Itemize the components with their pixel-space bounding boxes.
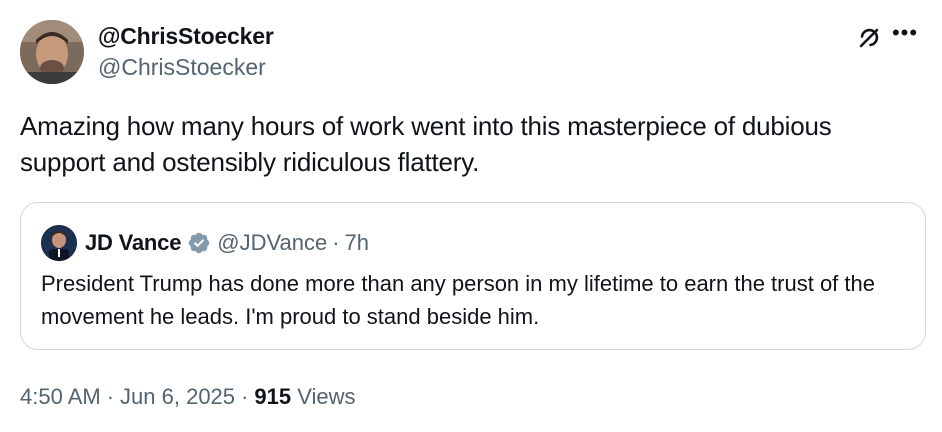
views-label: Views — [297, 384, 356, 409]
tweet-date[interactable]: Jun 6, 2025 — [120, 384, 235, 409]
views-count[interactable]: 915 — [254, 384, 291, 409]
quoted-tweet[interactable]: JD Vance @JDVance · 7h President Trump h… — [20, 202, 926, 350]
tweet-time[interactable]: 4:50 AM — [20, 384, 101, 409]
author-names: @ChrisStoecker @ChrisStoecker — [98, 22, 274, 82]
tweet-header: @ChrisStoecker @ChrisStoecker ••• — [20, 18, 925, 86]
quoted-tweet-header: JD Vance @JDVance · 7h — [41, 225, 369, 261]
quoted-tweet-text: President Trump has done more than any p… — [41, 271, 875, 329]
tweet-meta: 4:50 AM · Jun 6, 2025 · 915 Views — [20, 382, 356, 412]
tweet-text: Amazing how many hours of work went into… — [20, 111, 832, 177]
separator-dot: · — [332, 230, 340, 255]
separator-dot: · — [241, 384, 249, 409]
quoted-handle[interactable]: @JDVance — [217, 230, 327, 256]
quoted-avatar[interactable] — [41, 225, 77, 261]
avatar[interactable] — [20, 20, 84, 84]
quoted-display-name[interactable]: JD Vance — [85, 230, 181, 256]
quoted-timestamp[interactable]: 7h — [345, 230, 369, 256]
author-handle[interactable]: @ChrisStoecker — [98, 52, 274, 82]
verified-badge-icon — [189, 232, 210, 254]
more-icon[interactable]: ••• — [891, 22, 919, 50]
tweet: @ChrisStoecker @ChrisStoecker ••• Amazin… — [0, 0, 942, 432]
separator-dot: · — [106, 384, 115, 409]
grok-icon[interactable] — [855, 24, 883, 52]
display-name[interactable]: @ChrisStoecker — [98, 22, 274, 50]
